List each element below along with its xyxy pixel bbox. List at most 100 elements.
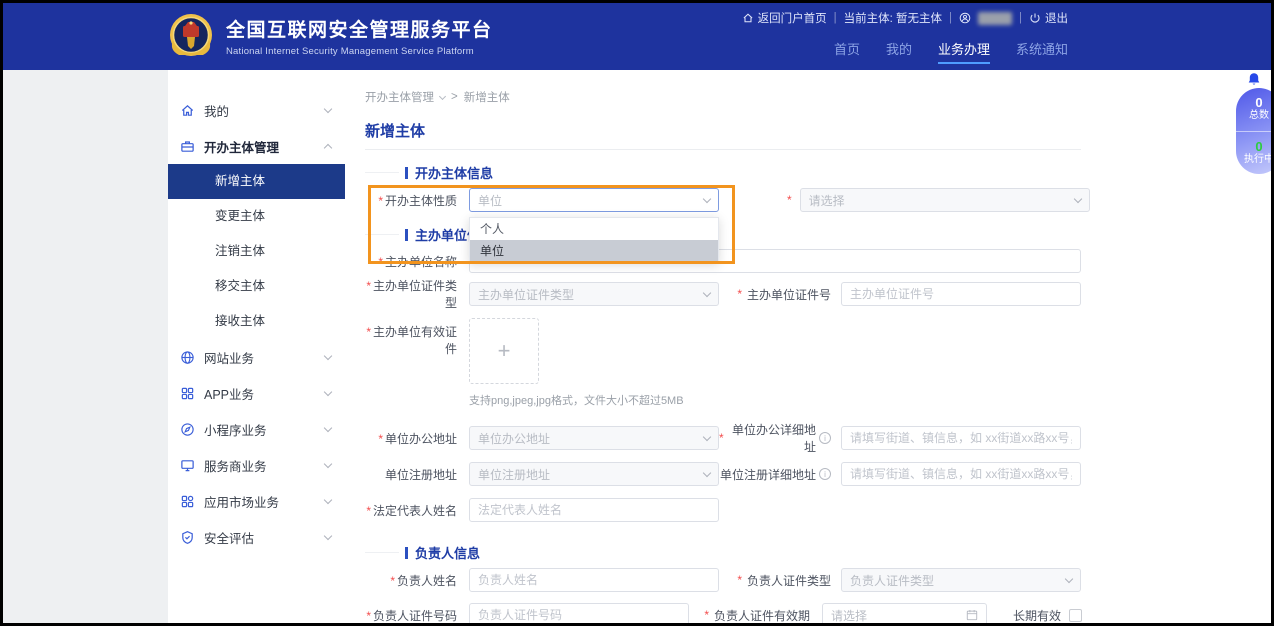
current-subject: 当前主体: 暂无主体 [844,10,942,26]
breadcrumb-parent[interactable]: 开办主体管理 [365,89,434,105]
chevron-down-icon [324,495,332,503]
field-label-legal-name: *法定代表人姓名 [365,502,457,519]
plus-icon: + [498,338,511,364]
principal-cert-no-input[interactable] [469,603,689,626]
chevron-down-icon [703,194,711,202]
field-label-org-cert-type: *主办单位证件类型 [365,277,457,311]
region-select[interactable]: 请选择 [800,188,1090,212]
chevron-down-icon [324,351,332,359]
home-icon [742,12,754,24]
sidebar-item-change-subject[interactable]: 变更主体 [168,199,345,234]
globe-icon [180,350,195,365]
legal-name-input[interactable] [469,498,719,522]
title-divider [365,149,1081,150]
chevron-down-icon [324,423,332,431]
dropdown-option-personal[interactable]: 个人 [470,218,718,240]
chevron-down-icon [324,387,332,395]
bell-icon[interactable] [1247,72,1261,87]
utility-bar: 返回门户首页 | 当前主体: 暂无主体 | | 退出 [742,10,1068,26]
office-addr-select[interactable]: 单位办公地址 [469,426,719,450]
field-label-principal-cert-valid: *负责人证件有效期 [689,607,810,624]
sidebar-item-mine[interactable]: 我的 [168,92,345,128]
principal-name-input[interactable] [469,568,719,592]
field-label-nature: *开办主体性质 [365,192,457,209]
office-detail-input[interactable] [841,426,1081,450]
total-count: 0 [1236,96,1274,110]
long-term-label: 长期有效 [1013,607,1061,624]
redacted-username [978,12,1012,25]
chevron-down-icon [439,92,446,99]
platform-title: 全国互联网安全管理服务平台 [226,15,493,42]
sidebar: 我的 开办主体管理 新增主体 变更主体 注销主体 移交主体 接收主体 网站业务 … [168,70,345,623]
upload-box[interactable]: + [469,318,539,384]
org-cert-no-input[interactable] [841,282,1081,306]
nav-business[interactable]: 业务办理 [938,39,990,64]
sidebar-item-add-subject[interactable]: 新增主体 [168,164,345,199]
compass-icon [180,422,195,437]
principal-cert-valid-datepicker[interactable]: 请选择 [822,603,987,626]
sidebar-item-app[interactable]: APP业务 [168,375,345,411]
chevron-down-icon [1073,194,1081,202]
brand: 全国互联网安全管理服务平台 National Internet Security… [165,10,493,62]
field-label-org-cert-file: *主办单位有效证件 [365,318,457,357]
logout-link[interactable]: 退出 [1029,10,1068,26]
chevron-down-icon [324,459,332,467]
nav-notice[interactable]: 系统通知 [1016,39,1068,64]
avatar-icon[interactable] [959,12,971,24]
shield-check-icon [180,530,195,545]
back-home-link[interactable]: 返回门户首页 [742,10,827,26]
reg-detail-input[interactable] [841,462,1081,486]
dropdown-option-unit[interactable]: 单位 [470,240,718,262]
principal-cert-type-select[interactable]: 负责人证件类型 [841,568,1081,592]
chevron-down-icon [703,468,711,476]
task-status-widget[interactable]: 0 总数 0 执行中 [1236,88,1274,174]
field-label-principal-cert-no: *负责人证件号码 [365,607,457,624]
nav-mine[interactable]: 我的 [886,39,912,64]
org-cert-type-select[interactable]: 主办单位证件类型 [469,282,719,306]
app-window: 全国互联网安全管理服务平台 National Internet Security… [0,0,1274,626]
field-label-org-name: *主办单位名称 [365,253,457,270]
chevron-down-icon [324,531,332,539]
upload-hint: 支持png,jpeg,jpg格式，文件大小不超过5MB [469,392,684,408]
platform-subtitle: National Internet Security Management Se… [226,46,493,57]
sidebar-item-miniprogram[interactable]: 小程序业务 [168,411,345,447]
field-label-office-detail: *单位办公详细地址 [719,421,831,455]
briefcase-icon [180,139,195,154]
sidebar-item-security[interactable]: 安全评估 [168,519,345,555]
sidebar-item-cancel-subject[interactable]: 注销主体 [168,234,345,269]
nav-home[interactable]: 首页 [834,39,860,64]
field-label-org-cert-no: *主办单位证件号 [719,286,831,303]
header-bar: 全国互联网安全管理服务平台 National Internet Security… [3,3,1271,70]
monitor-icon [180,458,195,473]
field-label-reg-detail: 单位注册详细地址 [719,466,831,483]
home-icon [180,103,195,118]
power-icon [1029,12,1041,24]
info-icon [819,432,831,444]
field-label-office-addr: *单位办公地址 [365,430,457,447]
running-count: 0 [1236,140,1274,154]
breadcrumb: 开办主体管理 > 新增主体 [365,90,1271,104]
sidebar-item-provider[interactable]: 服务商业务 [168,447,345,483]
grid-icon [180,386,195,401]
sidebar-item-market[interactable]: 应用市场业务 [168,483,345,519]
chevron-down-icon [703,432,711,440]
field-label-reg-addr: 单位注册地址 [365,466,457,483]
chevron-down-icon [324,104,332,112]
field-label-principal-cert-type: *负责人证件类型 [719,572,831,589]
sidebar-item-receive-subject[interactable]: 接收主体 [168,304,345,339]
sidebar-item-website[interactable]: 网站业务 [168,339,345,375]
breadcrumb-current: 新增主体 [464,89,510,105]
section-principal-info: 负责人信息 [405,546,1271,559]
chevron-up-icon [324,143,332,151]
long-term-checkbox[interactable] [1069,609,1082,622]
nature-dropdown-panel: 个人 单位 [469,217,719,263]
sidebar-item-transfer-subject[interactable]: 移交主体 [168,269,345,304]
appstore-grid-icon [180,494,195,509]
info-icon [819,468,831,480]
nature-select[interactable]: 单位 [469,188,719,212]
police-badge-logo [165,10,217,62]
main-content: 开办主体管理 > 新增主体 新增主体 开办主体信息 *开办主体性质 单位 * 请… [345,70,1271,623]
reg-addr-select[interactable]: 单位注册地址 [469,462,719,486]
sidebar-item-subject-mgmt[interactable]: 开办主体管理 [168,128,345,164]
section-subject-info: 开办主体信息 [405,166,1271,179]
